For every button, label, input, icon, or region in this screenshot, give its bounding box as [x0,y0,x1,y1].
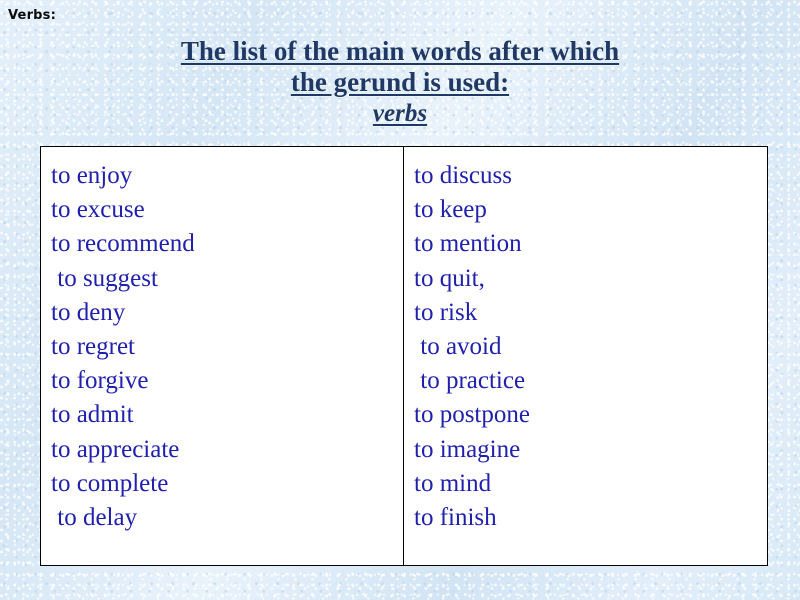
verb-item: to risk [414,298,478,326]
verb-item: to admit [51,401,134,429]
verb-item: to recommend [51,230,195,258]
verb-item: to practice [414,367,526,395]
verb-item: to complete [51,469,169,497]
slide-canvas: Verbs: The list of the main words after … [0,0,800,600]
verb-list-table: to enjoy to excuse to recommend to suggest… [40,146,768,566]
verb-item: to regret [51,333,135,361]
verb-item: to finish [414,504,497,532]
verb-column-right: to discuss to keep to mention to quit, to ri… [404,147,767,565]
verb-item: to appreciate [51,435,180,463]
verb-item: to excuse [51,196,145,224]
verb-item: to enjoy [51,162,133,189]
verb-item: to forgive [51,367,149,395]
verb-item: to quit, [414,264,485,292]
verb-item: to postpone [414,401,530,429]
page-title-emphasis: verbs [372,100,428,127]
verb-item: to avoid [414,333,502,361]
corner-label-verbs: Verbs: [8,8,57,23]
verb-item: to keep [414,196,487,224]
verb-item: to mind [414,469,492,497]
verb-item: to discuss [414,162,512,189]
slide-title-block: The list of the main words after which t… [0,36,800,130]
verb-item: to suggest [51,264,158,292]
verb-item: to deny [51,298,126,326]
verb-column-left: to enjoy to excuse to recommend to suggest… [41,147,404,565]
verb-item: to delay [51,504,138,532]
verb-item: to mention [414,230,522,258]
verb-item: to imagine [414,435,521,463]
page-title-line-2: the gerund is used: [290,67,510,97]
page-title-line-1: The list of the main words after which [180,36,620,66]
